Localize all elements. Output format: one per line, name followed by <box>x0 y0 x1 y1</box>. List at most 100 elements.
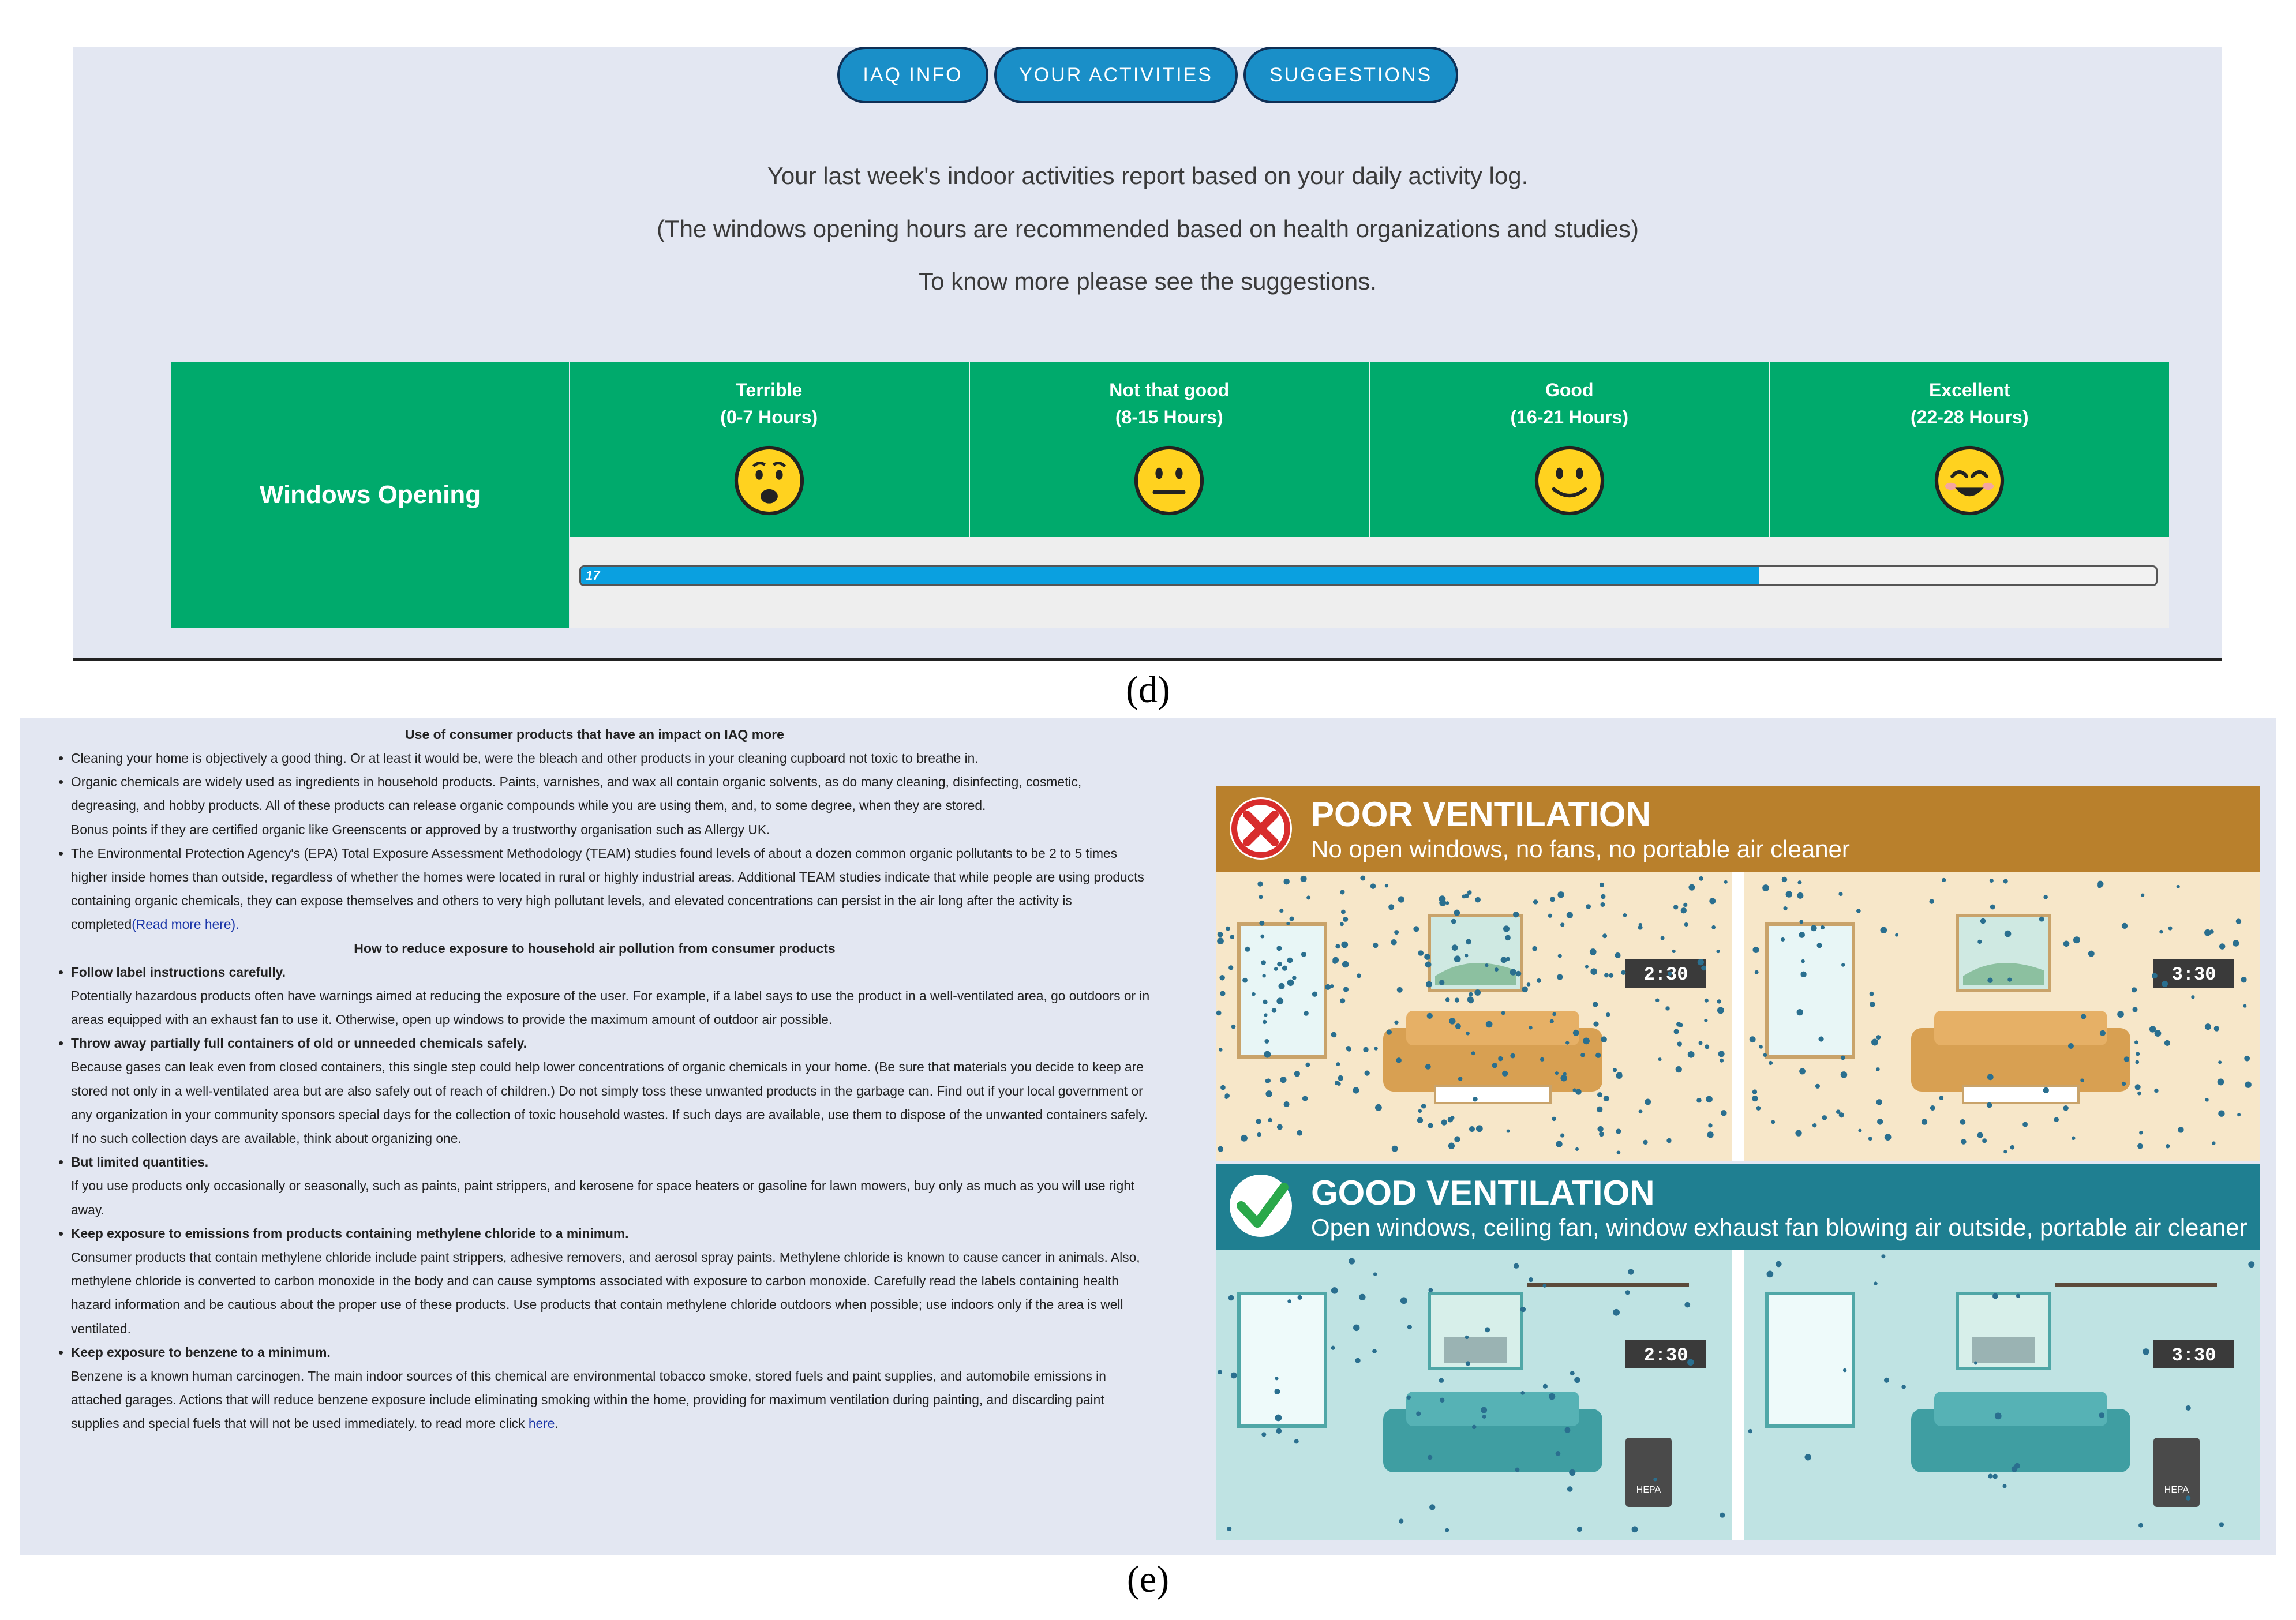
level-excellent: Excellent (22-28 Hours) <box>1770 362 2169 537</box>
particle <box>1513 912 1519 918</box>
windows-opening-table: Windows Opening Terrible (0-7 Hours) Not… <box>171 362 2169 628</box>
particle <box>1748 1428 1753 1434</box>
particle <box>1492 1063 1497 1068</box>
particle <box>1684 922 1688 927</box>
particle <box>2212 1141 2216 1145</box>
particle <box>1677 1041 1682 1047</box>
particle <box>1799 932 1806 938</box>
particle <box>1331 1032 1337 1038</box>
particle <box>1939 1096 1944 1100</box>
particle <box>2141 893 2145 897</box>
particle <box>1276 946 1282 951</box>
particle <box>2237 1113 2241 1117</box>
particle <box>1364 1070 1370 1076</box>
particle <box>1526 982 1531 987</box>
particle <box>2137 1091 2141 1096</box>
section-heading-2: How to reduce exposure to household air … <box>354 940 836 956</box>
particle <box>1406 1395 1411 1400</box>
particle <box>1287 957 1293 963</box>
particle <box>1334 1081 1339 1086</box>
particle <box>1473 1096 1478 1102</box>
particle <box>1763 1053 1767 1058</box>
particle <box>1300 875 1307 882</box>
particle <box>1373 1272 1377 1276</box>
particle <box>2121 1081 2126 1086</box>
particle <box>1218 1146 1224 1152</box>
particle <box>1871 1038 1878 1046</box>
particle <box>1752 1095 1758 1102</box>
particle <box>1226 926 1230 931</box>
particle <box>1398 896 1404 903</box>
particle <box>1977 939 1982 944</box>
particle <box>1557 891 1564 898</box>
particle <box>1556 1141 1563 1148</box>
tab-iaq-info[interactable]: IAQ INFO <box>837 47 988 103</box>
particle <box>1799 1068 1806 1075</box>
particle <box>2205 1098 2209 1102</box>
particle <box>1653 1477 1657 1482</box>
ventilation-infographic: POOR VENTILATION No open windows, no fan… <box>1216 786 2260 1540</box>
windows-opening-progress: 17 <box>579 565 2158 586</box>
particle <box>1869 1001 1875 1007</box>
particle <box>1575 1147 1579 1151</box>
here-link[interactable]: here <box>529 1416 555 1431</box>
suggestions-panel: Use of consumer products that have an im… <box>20 718 2276 1555</box>
particle <box>1697 959 1704 966</box>
particle <box>1536 978 1541 983</box>
particle <box>2022 1122 2028 1127</box>
caption-d: (d) <box>1126 669 1170 711</box>
particle <box>1816 943 1822 948</box>
particle <box>2071 1136 2076 1141</box>
particle <box>1881 1254 1886 1259</box>
read-more-link[interactable]: (Read more here). <box>132 917 239 932</box>
tab-your-activities[interactable]: YOUR ACTIVITIES <box>994 47 1238 103</box>
particle <box>1416 1411 1421 1416</box>
particle <box>2139 1131 2143 1135</box>
particle <box>1841 963 1845 967</box>
particle <box>1502 1070 1508 1077</box>
particle <box>1810 925 1817 932</box>
particle <box>1343 917 1349 922</box>
particle <box>1856 909 1861 913</box>
particle <box>1515 1467 1520 1472</box>
particle <box>1471 1051 1475 1056</box>
particle <box>1720 1058 1724 1063</box>
particle <box>2123 1056 2130 1062</box>
particle <box>1274 1389 1280 1395</box>
level-hours: (0-7 Hours) <box>720 407 818 427</box>
particle <box>1506 1129 1510 1133</box>
particle <box>1425 1063 1431 1070</box>
particle <box>1874 1281 1878 1285</box>
particle <box>1276 997 1284 1005</box>
particle <box>1638 1109 1643 1114</box>
particle <box>1264 1038 1269 1044</box>
particle <box>1418 1109 1422 1113</box>
particle <box>1820 925 1825 930</box>
particle <box>1801 959 1805 963</box>
particle <box>2149 1026 2156 1033</box>
particle <box>1552 1116 1556 1122</box>
particle <box>2131 987 2137 993</box>
particle <box>2132 1007 2138 1012</box>
particle <box>1555 1071 1559 1075</box>
particle <box>1942 877 1946 883</box>
tab-suggestions[interactable]: SUGGESTIONS <box>1243 47 1458 103</box>
particle <box>1982 1138 1987 1143</box>
particle <box>1500 957 1507 963</box>
particle <box>1822 1115 1827 1120</box>
particle <box>1374 1047 1378 1051</box>
particle <box>1580 1053 1585 1058</box>
particle <box>2063 1105 2069 1111</box>
particle <box>1667 971 1672 976</box>
particle <box>1704 998 1709 1003</box>
particle <box>1439 895 1446 903</box>
particle <box>2244 1055 2250 1062</box>
particle <box>1283 878 1290 885</box>
particle <box>1501 1011 1505 1015</box>
particle <box>1718 1051 1725 1058</box>
particle <box>1840 1055 1845 1060</box>
particle <box>1567 1486 1573 1492</box>
particle <box>1560 922 1565 927</box>
particle <box>1961 1139 1967 1145</box>
particle <box>1876 1035 1881 1040</box>
